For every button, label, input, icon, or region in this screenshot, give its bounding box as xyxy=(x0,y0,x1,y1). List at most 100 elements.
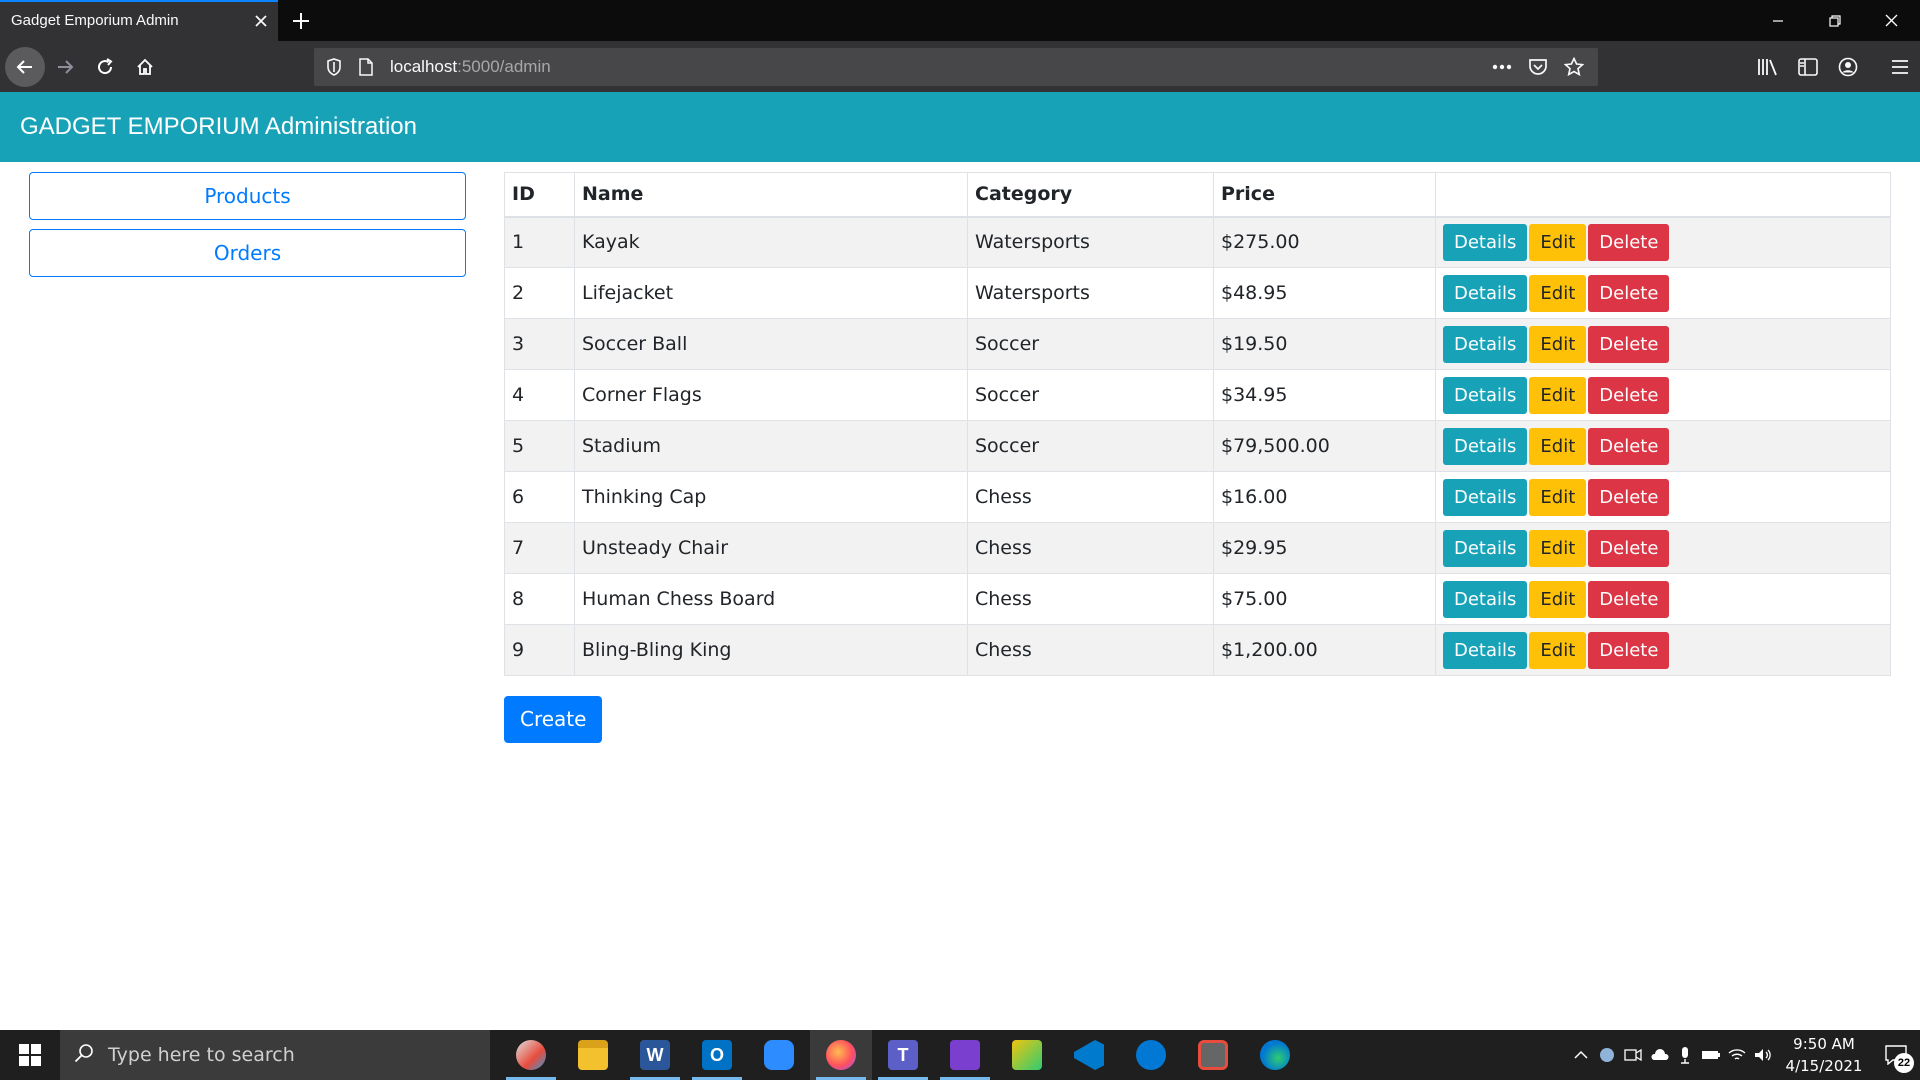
edit-button[interactable]: Edit xyxy=(1529,274,1587,312)
taskbar-app-vscode-icon[interactable] xyxy=(1058,1030,1120,1080)
cell-name: Stadium xyxy=(574,420,968,472)
table-row: 1 Kayak Watersports $275.00 Details Edit Delet… xyxy=(504,216,1891,268)
taskbar-app-recorder-icon[interactable] xyxy=(1182,1030,1244,1080)
page-header: GADGET EMPORIUM Administration xyxy=(0,92,1920,162)
edit-button[interactable]: Edit xyxy=(1529,427,1587,465)
delete-button[interactable]: Delete xyxy=(1588,376,1670,414)
microphone-icon[interactable] xyxy=(1672,1030,1698,1080)
library-icon[interactable] xyxy=(1748,47,1788,87)
delete-button[interactable]: Delete xyxy=(1588,529,1670,567)
onedrive-icon[interactable] xyxy=(1646,1030,1672,1080)
bookmark-star-icon[interactable] xyxy=(1558,51,1590,83)
delete-button[interactable]: Delete xyxy=(1588,478,1670,516)
cell-id: 3 xyxy=(504,318,575,370)
taskbar-app-file-explorer-icon[interactable] xyxy=(562,1030,624,1080)
battery-icon[interactable] xyxy=(1698,1030,1724,1080)
edit-button[interactable]: Edit xyxy=(1529,325,1587,363)
close-tab-icon[interactable] xyxy=(244,0,278,41)
back-arrow-icon[interactable] xyxy=(5,46,45,87)
cell-name: Lifejacket xyxy=(574,267,968,319)
delete-button[interactable]: Delete xyxy=(1588,223,1670,261)
delete-button[interactable]: Delete xyxy=(1588,274,1670,312)
cell-price: $29.95 xyxy=(1213,522,1436,574)
show-hidden-icons-icon[interactable] xyxy=(1568,1030,1594,1080)
cell-price: $16.00 xyxy=(1213,471,1436,523)
close-window-icon[interactable] xyxy=(1863,0,1920,41)
sidebar-item-orders[interactable]: Orders xyxy=(29,229,466,277)
window-controls xyxy=(1749,0,1920,41)
details-button[interactable]: Details xyxy=(1443,631,1528,669)
minimize-icon[interactable] xyxy=(1749,0,1806,41)
delete-button[interactable]: Delete xyxy=(1588,631,1670,669)
details-button[interactable]: Details xyxy=(1443,478,1528,516)
cell-id: 2 xyxy=(504,267,575,319)
meet-now-icon[interactable] xyxy=(1620,1030,1646,1080)
sidebar-item-products[interactable]: Products xyxy=(29,172,466,220)
pocket-icon[interactable] xyxy=(1522,51,1554,83)
system-clock[interactable]: 9:50 AM 4/15/2021 xyxy=(1776,1033,1872,1077)
cell-price: $19.50 xyxy=(1213,318,1436,370)
create-button[interactable]: Create xyxy=(504,696,603,743)
edit-button[interactable]: Edit xyxy=(1529,223,1587,261)
taskbar-app-word-icon[interactable]: W xyxy=(624,1030,686,1080)
home-icon[interactable] xyxy=(125,47,165,87)
delete-button[interactable]: Delete xyxy=(1588,325,1670,363)
windows-start-icon[interactable] xyxy=(0,1030,60,1080)
shield-icon[interactable] xyxy=(318,51,350,83)
cell-name: Unsteady Chair xyxy=(574,522,968,574)
details-button[interactable]: Details xyxy=(1443,223,1528,261)
cell-name: Thinking Cap xyxy=(574,471,968,523)
wifi-icon[interactable] xyxy=(1724,1030,1750,1080)
cell-category: Chess xyxy=(967,471,1214,523)
forward-arrow-icon[interactable] xyxy=(45,47,85,87)
taskbar-app-snip-icon[interactable] xyxy=(996,1030,1058,1080)
page-info-icon[interactable] xyxy=(350,51,382,83)
details-button[interactable]: Details xyxy=(1443,376,1528,414)
edit-button[interactable]: Edit xyxy=(1529,631,1587,669)
taskbar-app-outlook-icon[interactable]: O xyxy=(686,1030,748,1080)
delete-button[interactable]: Delete xyxy=(1588,580,1670,618)
cell-price: $79,500.00 xyxy=(1213,420,1436,472)
notification-center-icon[interactable]: 22 xyxy=(1872,1030,1920,1080)
reload-icon[interactable] xyxy=(85,47,125,87)
edit-button[interactable]: Edit xyxy=(1529,529,1587,567)
system-tray: 9:50 AM 4/15/2021 22 xyxy=(1568,1030,1920,1080)
taskbar-app-firefox-icon[interactable] xyxy=(810,1030,872,1080)
edit-button[interactable]: Edit xyxy=(1529,376,1587,414)
products-table: ID Name Category Price 1 Kayak Watersports… xyxy=(504,172,1891,676)
account-icon[interactable] xyxy=(1828,47,1868,87)
volume-icon[interactable] xyxy=(1750,1030,1776,1080)
cell-actions: Details Edit Delete xyxy=(1435,267,1891,319)
browser-tab[interactable]: Gadget Emporium Admin xyxy=(0,0,278,41)
restore-icon[interactable] xyxy=(1806,0,1863,41)
sidebar: Products Orders xyxy=(29,172,466,286)
taskbar-app-teams-icon[interactable]: T xyxy=(872,1030,934,1080)
taskbar-search-box[interactable]: Type here to search xyxy=(60,1030,490,1080)
cell-actions: Details Edit Delete xyxy=(1435,522,1891,574)
details-button[interactable]: Details xyxy=(1443,529,1528,567)
taskbar-app-edge-icon[interactable] xyxy=(1244,1030,1306,1080)
delete-button[interactable]: Delete xyxy=(1588,427,1670,465)
cell-category: Soccer xyxy=(967,318,1214,370)
details-button[interactable]: Details xyxy=(1443,580,1528,618)
taskbar-app-zoom-icon[interactable] xyxy=(748,1030,810,1080)
cell-name: Human Chess Board xyxy=(574,573,968,625)
new-tab-icon[interactable] xyxy=(278,0,324,41)
table-header-row: ID Name Category Price xyxy=(504,172,1891,218)
sidebar-toggle-icon[interactable] xyxy=(1788,47,1828,87)
more-actions-icon[interactable] xyxy=(1486,51,1518,83)
taskbar-app-visual-studio-icon[interactable] xyxy=(934,1030,996,1080)
address-bar[interactable]: localhost:5000/admin xyxy=(314,48,1598,86)
hamburger-menu-icon[interactable] xyxy=(1880,47,1920,87)
details-button[interactable]: Details xyxy=(1443,427,1528,465)
column-header-category: Category xyxy=(967,172,1214,218)
taskbar-app-paint-icon[interactable] xyxy=(500,1030,562,1080)
details-button[interactable]: Details xyxy=(1443,325,1528,363)
taskbar-app-azure-icon[interactable] xyxy=(1120,1030,1182,1080)
edit-button[interactable]: Edit xyxy=(1529,478,1587,516)
cell-category: Chess xyxy=(967,573,1214,625)
tray-app-icon[interactable] xyxy=(1594,1030,1620,1080)
edit-button[interactable]: Edit xyxy=(1529,580,1587,618)
cell-name: Bling-Bling King xyxy=(574,624,968,676)
details-button[interactable]: Details xyxy=(1443,274,1528,312)
